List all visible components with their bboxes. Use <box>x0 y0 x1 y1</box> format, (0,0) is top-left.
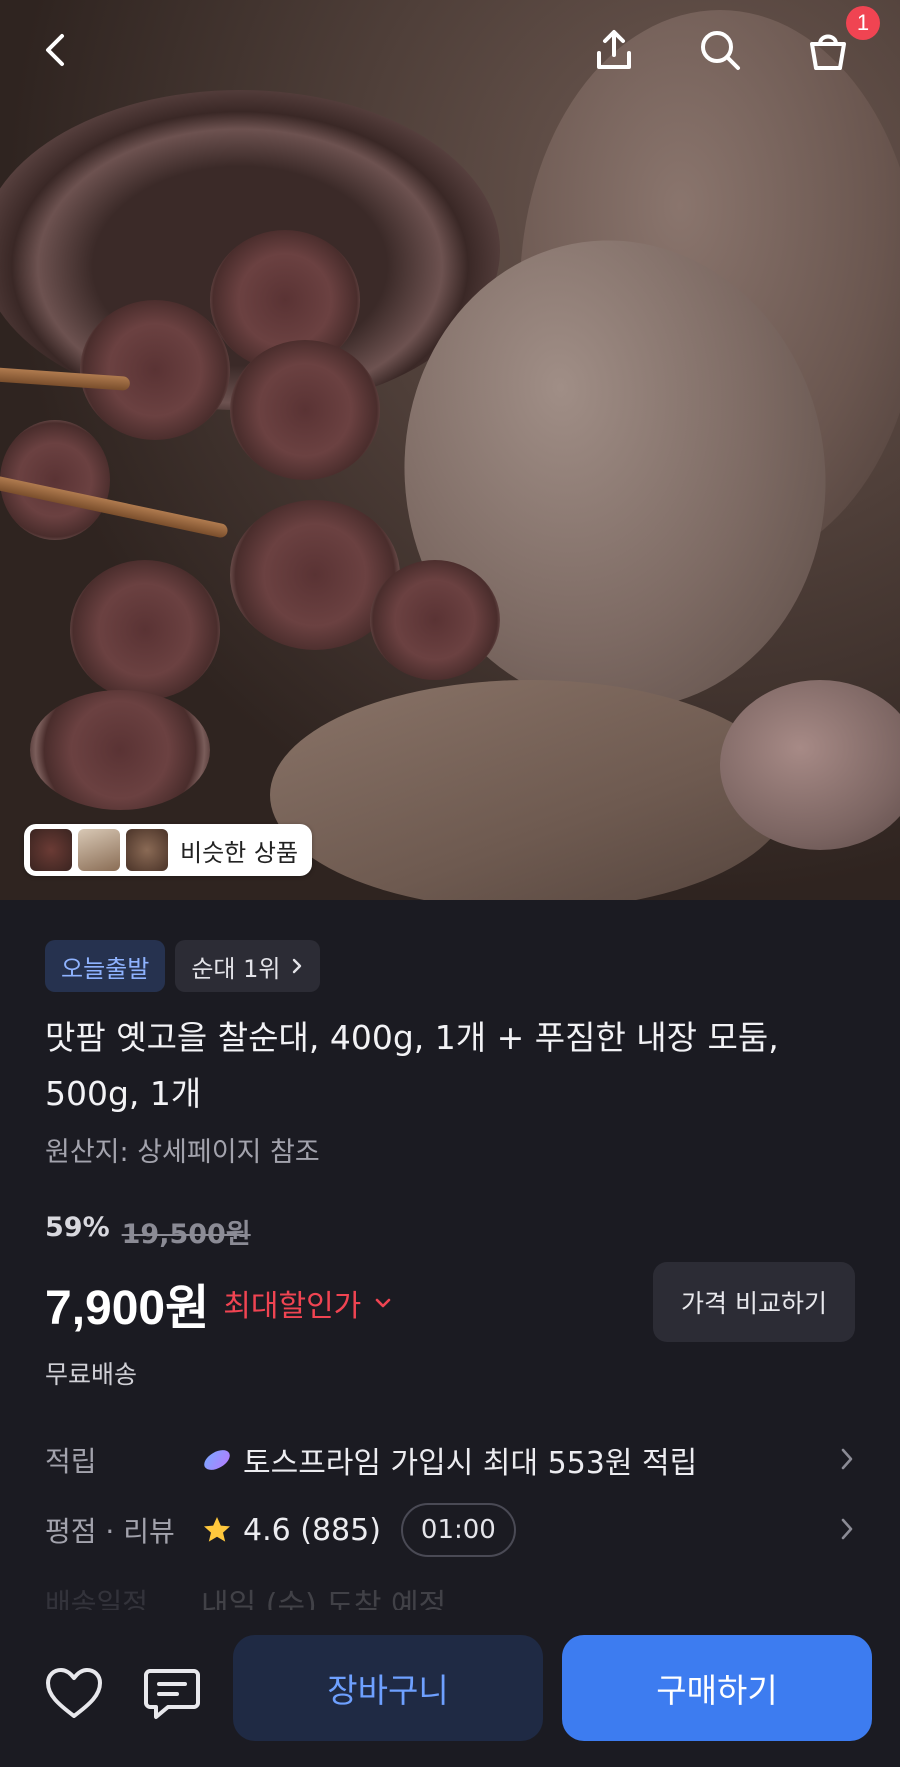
product-title: 맛팜 옛고을 찰순대, 400g, 1개 + 푸짐한 내장 모둠, 500g, … <box>45 1018 779 1113</box>
similar-thumb <box>78 829 120 871</box>
shipping-text: 무료배송 <box>45 1360 138 1389</box>
price-compare-button[interactable]: 가격 비교하기 <box>653 1262 855 1342</box>
chevron-down-icon <box>375 1298 391 1308</box>
points-value-wrap: 토스프라임 가입시 최대 553원 적립 <box>201 1438 697 1482</box>
top-bar: 1 <box>0 0 900 110</box>
chevron-right-icon <box>841 1518 853 1540</box>
price-row[interactable]: 7,900원 최대할인가 <box>45 1268 393 1338</box>
search-icon <box>701 31 740 70</box>
share-button[interactable] <box>582 18 646 82</box>
rating-value: 4.6 (885) <box>243 1512 381 1548</box>
chat-icon <box>144 1669 200 1719</box>
product-image[interactable] <box>0 0 900 900</box>
rating-key: 평점 · 리뷰 <box>45 1515 175 1548</box>
shopping-bag-icon <box>810 34 846 70</box>
cart-count-badge: 1 <box>846 6 880 40</box>
similar-thumb <box>126 829 168 871</box>
similar-products-button[interactable]: 비슷한 상품 <box>24 824 313 876</box>
search-button[interactable] <box>688 18 752 82</box>
points-row[interactable]: 적립 토스프라임 가입시 최대 553원 적립 <box>45 1430 855 1490</box>
original-price: 19,500원 <box>121 1219 251 1250</box>
sundae-slice <box>70 560 220 700</box>
points-value: 토스프라임 가입시 최대 553원 적립 <box>243 1446 698 1481</box>
sundae-slice <box>30 690 210 810</box>
sundae-slice <box>80 300 230 440</box>
chevron-right-icon <box>841 1448 853 1470</box>
ranking-label: 순대 1위 <box>191 954 281 983</box>
meat-slices <box>270 680 790 900</box>
rating-row[interactable]: 평점 · 리뷰 4.6 (885) 01:00 <box>45 1500 855 1560</box>
product-info: 오늘출발 순대 1위 맛팜 옛고을 찰순대, 400g, 1개 + 푸짐한 내장… <box>0 900 900 1623</box>
timer-badge: 01:00 <box>400 1503 516 1557</box>
buy-now-button[interactable]: 구매하기 <box>562 1635 872 1741</box>
bottom-action-bar: 장바구니 구매하기 <box>0 1610 900 1767</box>
back-icon <box>46 34 64 66</box>
sale-price: 7,900원 <box>45 1282 210 1335</box>
similar-thumb <box>30 829 72 871</box>
max-discount-label: 최대할인가 <box>223 1289 362 1324</box>
ranking-badge[interactable]: 순대 1위 <box>175 940 321 992</box>
sundae-slice <box>370 560 500 680</box>
badge-row: 오늘출발 순대 1위 <box>45 940 321 992</box>
discount-row: 59% 19,500원 <box>45 1212 251 1251</box>
chevron-right-icon <box>293 958 302 974</box>
share-icon <box>597 30 631 69</box>
sparkle-icon <box>204 1450 230 1470</box>
points-key: 적립 <box>45 1445 97 1478</box>
back-button[interactable] <box>24 18 88 82</box>
wishlist-button[interactable] <box>42 1662 106 1726</box>
rating-value-wrap: 4.6 (885) <box>201 1513 381 1548</box>
similar-products-label: 비슷한 상품 <box>180 838 299 867</box>
heart-icon <box>46 1668 102 1718</box>
add-to-cart-button[interactable]: 장바구니 <box>233 1635 543 1741</box>
star-icon <box>204 1517 230 1542</box>
inquiry-button[interactable] <box>140 1662 204 1726</box>
sundae-slice <box>230 340 380 480</box>
today-ship-badge: 오늘출발 <box>45 940 166 992</box>
origin-text: 원산지: 상세페이지 참조 <box>45 1137 320 1168</box>
discount-rate: 59% <box>45 1212 110 1243</box>
